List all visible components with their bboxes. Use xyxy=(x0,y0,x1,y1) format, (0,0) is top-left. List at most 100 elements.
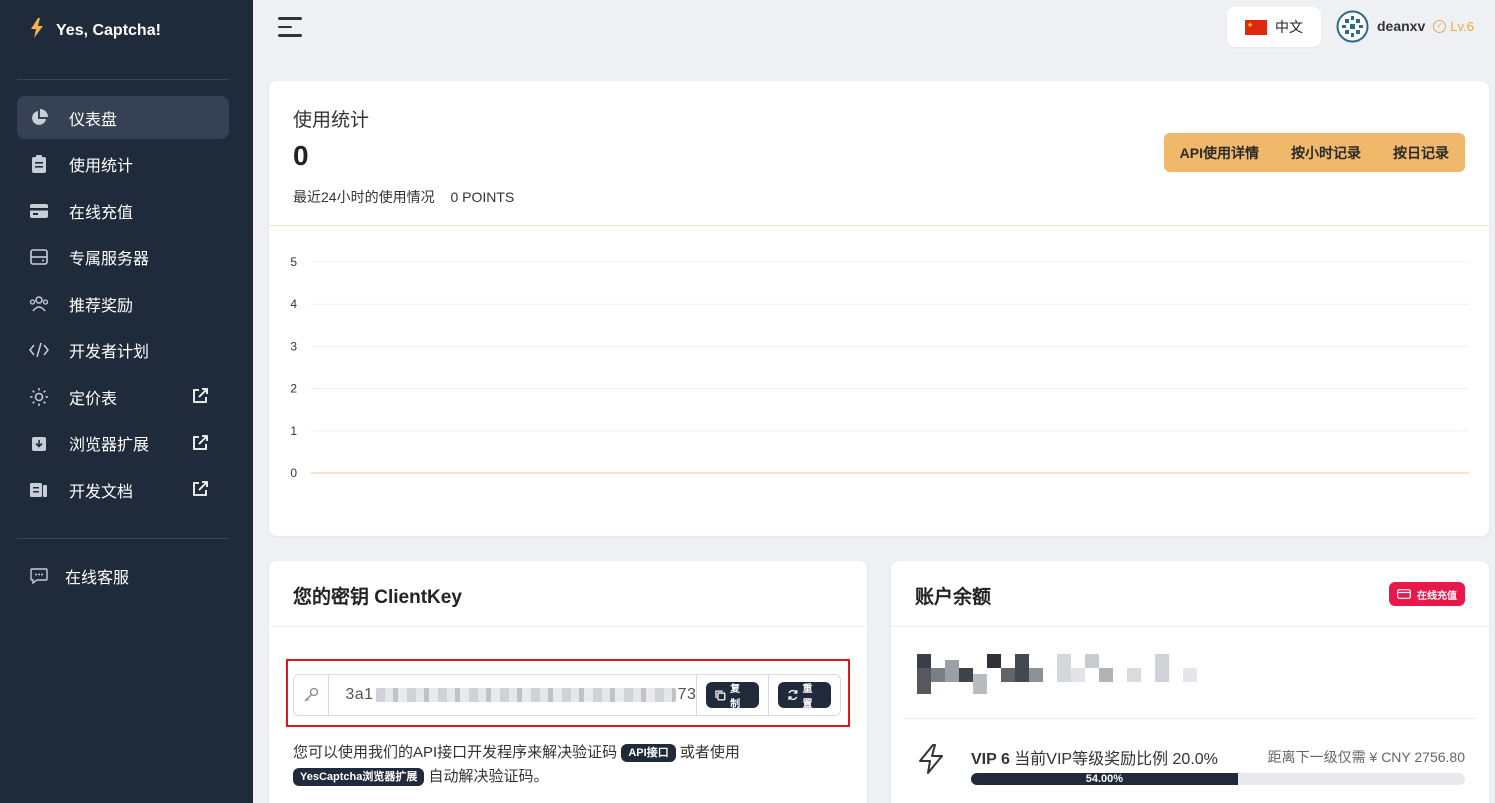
download-box-icon xyxy=(29,433,49,453)
stats-button-group: API使用详情 按小时记录 按日记录 xyxy=(1163,133,1465,172)
external-link-icon xyxy=(191,480,209,498)
clientkey-prefix: 3a1 xyxy=(345,686,374,703)
y-tick-label: 5 xyxy=(290,255,297,269)
reset-label: 重置 xyxy=(802,684,813,710)
sidebar-item-support[interactable]: 在线客服 xyxy=(17,556,229,596)
copy-label: 复制 xyxy=(730,684,741,710)
avatar xyxy=(1336,10,1369,42)
api-tag[interactable]: API接口 xyxy=(621,744,676,762)
sidebar-item-developer[interactable]: 开发者计划 xyxy=(17,329,229,372)
vip-progress-fill: 54.00% xyxy=(971,773,1238,785)
y-tick-label: 4 xyxy=(290,297,297,311)
desc-text: 自动解决验证码。 xyxy=(428,768,549,785)
reset-button[interactable]: 重置 xyxy=(777,682,832,710)
sidebar-nav: 仪表盘 使用统计 在线充值 专属服务器 推荐奖励 开发者计划 定价表 浏览器扩展… xyxy=(17,96,229,515)
hamburger-icon xyxy=(278,17,302,20)
sidebar-item-referral[interactable]: 推荐奖励 xyxy=(17,282,229,325)
y-tick-label: 2 xyxy=(290,382,297,396)
external-link-icon xyxy=(191,434,209,452)
daily-records-button[interactable]: 按日记录 xyxy=(1377,133,1465,172)
stats-count: 0 xyxy=(293,140,309,171)
china-flag-icon xyxy=(1245,19,1267,35)
next-level-text: 距离下一级仅需 ¥ CNY 2756.80 xyxy=(1267,749,1465,765)
clientkey-card: 您的密钥 ClientKey 3a1 73 复制 重置 您可以使用我们的API接… xyxy=(269,561,867,803)
sidebar-item-docs[interactable]: 开发文档 xyxy=(17,468,229,511)
recharge-button[interactable]: 在线充值 xyxy=(1389,582,1465,606)
card-divider xyxy=(891,626,1489,627)
hamburger-icon xyxy=(278,25,292,28)
sidebar-item-pricing[interactable]: 定价表 xyxy=(17,375,229,418)
credit-card-icon xyxy=(1397,589,1411,599)
field-separator xyxy=(696,675,698,715)
user-level: ✓ Lv.6 xyxy=(1433,19,1474,34)
clientkey-title: 您的密钥 ClientKey xyxy=(293,587,462,608)
stats-subtitle: 最近24小时的使用情况 0 POINTS xyxy=(293,187,514,207)
sidebar-item-label: 开发文档 xyxy=(69,483,134,501)
sidebar-divider xyxy=(17,79,229,80)
sidebar-item-dashboard[interactable]: 仪表盘 xyxy=(17,96,229,139)
sidebar-item-label: 浏览器扩展 xyxy=(69,437,150,454)
sun-icon xyxy=(29,387,49,407)
clientkey-description: 您可以使用我们的API接口开发程序来解决验证码 API接口 或者使用 YesCa… xyxy=(293,741,853,789)
clientkey-suffix: 73 xyxy=(677,686,697,703)
level-label: Lv.6 xyxy=(1450,18,1474,34)
balance-divider xyxy=(903,718,1477,719)
hamburger-icon xyxy=(278,34,302,37)
brand[interactable]: Yes, Captcha! xyxy=(30,18,161,43)
chat-icon xyxy=(29,566,49,586)
sidebar-divider xyxy=(17,538,229,539)
external-link-icon xyxy=(191,387,209,405)
usage-stats-card: 使用统计 0 最近24小时的使用情况 0 POINTS API使用详情 按小时记… xyxy=(269,81,1489,536)
document-icon xyxy=(29,480,49,500)
copy-button[interactable]: 复制 xyxy=(706,682,759,710)
recharge-label: 在线充值 xyxy=(1417,590,1457,602)
y-tick-label: 3 xyxy=(290,339,297,353)
redacted-balance xyxy=(917,654,1197,694)
users-icon xyxy=(29,294,49,314)
desc-text: 或者使用 xyxy=(679,744,740,761)
field-separator xyxy=(767,675,769,715)
lightning-icon xyxy=(919,744,943,774)
sidebar-item-server[interactable]: 专属服务器 xyxy=(17,236,229,279)
extension-tag[interactable]: YesCaptcha浏览器扩展 xyxy=(293,768,425,786)
server-icon xyxy=(29,247,49,267)
redacted-key xyxy=(375,688,676,702)
lightning-icon xyxy=(30,18,44,43)
api-details-button[interactable]: API使用详情 xyxy=(1164,133,1275,172)
key-icon xyxy=(294,675,330,715)
sidebar-item-usage[interactable]: 使用统计 xyxy=(17,143,229,186)
usage-chart: 0 1 2 3 4 5 xyxy=(290,255,1469,480)
clientkey-value[interactable]: 3a1 73 xyxy=(329,675,696,715)
stats-points: 0 POINTS xyxy=(450,189,515,205)
language-selector[interactable]: 中文 xyxy=(1227,7,1321,47)
username: deanxv xyxy=(1377,18,1426,34)
language-label: 中文 xyxy=(1275,19,1303,35)
menu-toggle-button[interactable] xyxy=(278,17,302,39)
sidebar-item-label: 专属服务器 xyxy=(69,251,150,268)
sidebar-item-label: 定价表 xyxy=(69,390,118,408)
clientkey-field[interactable]: 3a1 73 复制 重置 xyxy=(293,674,841,716)
sidebar-item-recharge[interactable]: 在线充值 xyxy=(17,189,229,232)
pie-chart-icon xyxy=(29,108,49,128)
stats-divider xyxy=(269,225,1489,226)
sidebar-item-label: 仪表盘 xyxy=(69,111,118,129)
vip-level: VIP 6 xyxy=(971,751,1010,768)
balance-title: 账户余额 xyxy=(915,587,992,608)
sidebar-item-extension[interactable]: 浏览器扩展 xyxy=(17,422,229,465)
stats-title: 使用统计 xyxy=(293,110,370,131)
user-menu[interactable]: deanxv ✓ Lv.6 xyxy=(1336,8,1474,44)
vip-info: VIP 6 当前VIP等级奖励比例 20.0% xyxy=(971,745,1218,769)
stats-subtitle-text: 最近24小时的使用情况 xyxy=(293,189,435,205)
sidebar: Yes, Captcha! 仪表盘 使用统计 在线充值 专属服务器 推荐奖励 开… xyxy=(0,0,253,803)
credit-card-icon xyxy=(29,201,49,221)
sidebar-item-label: 推荐奖励 xyxy=(69,297,134,315)
y-tick-label: 1 xyxy=(290,424,297,438)
balance-card: 账户余额 在线充值 VIP 6 当前VIP等级奖励比例 20.0% 距离下一级仅… xyxy=(891,561,1489,803)
clipboard-icon xyxy=(29,154,49,174)
check-circle-icon: ✓ xyxy=(1433,19,1447,33)
y-tick-label: 0 xyxy=(290,466,297,480)
code-icon xyxy=(29,340,49,360)
support-label: 在线客服 xyxy=(65,570,130,587)
copy-icon xyxy=(715,689,726,701)
hourly-records-button[interactable]: 按小时记录 xyxy=(1275,133,1377,172)
